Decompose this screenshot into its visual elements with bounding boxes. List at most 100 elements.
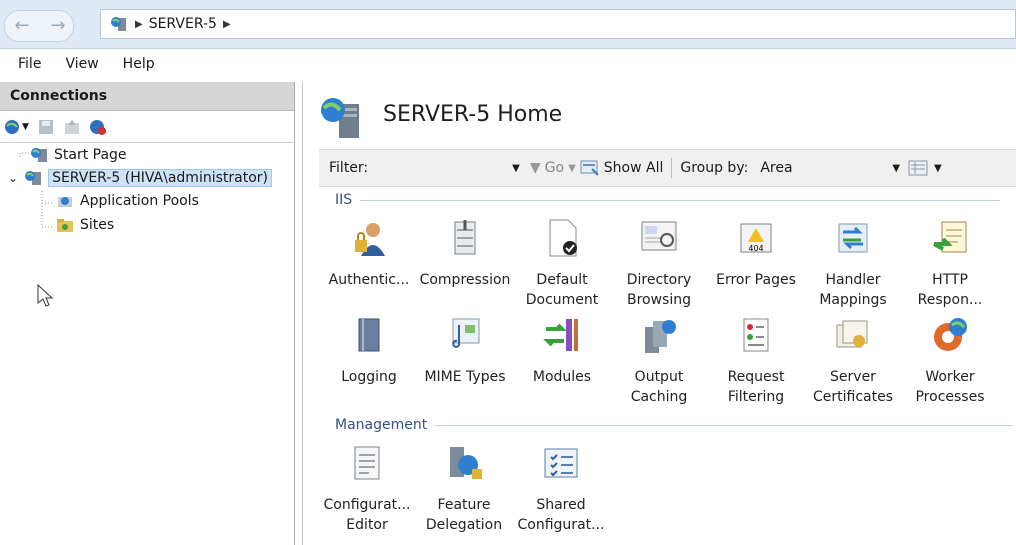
toolbar-separator <box>671 158 673 178</box>
feature-label-line1: Compression <box>419 272 511 288</box>
compression-icon <box>454 220 476 255</box>
up-level-icon[interactable] <box>63 118 81 136</box>
show-all-button[interactable]: Show All <box>604 160 664 176</box>
svg-text:404: 404 <box>748 244 763 253</box>
features-view: SERVER-5 Home Filter: ▼ ▼ Go ▼ Show All … <box>302 82 1016 545</box>
server-icon <box>25 171 42 185</box>
dropdown-arrow-icon[interactable]: ▼ <box>22 122 29 132</box>
breadcrumb-server[interactable]: SERVER-5 <box>149 16 217 32</box>
feature-label-line2: Processes <box>915 389 985 405</box>
shared-configuration-icon <box>544 448 578 478</box>
server-label: SERVER-5 (HIVA\administrator) <box>48 169 272 187</box>
feature-label-line1: Directory <box>626 272 692 288</box>
menu-file[interactable]: File <box>18 56 41 72</box>
feature-label-line2: Document <box>525 292 599 308</box>
address-box[interactable]: ▶ SERVER-5 ▶ <box>100 9 1016 39</box>
back-button[interactable]: ← <box>8 13 36 37</box>
menu-help[interactable]: Help <box>123 56 155 72</box>
feature-label-line1: Modules <box>532 369 592 385</box>
application-pools-label: Application Pools <box>80 193 199 209</box>
start-page-icon <box>31 148 47 162</box>
feature-label-line1: Request <box>727 369 785 385</box>
go-button[interactable]: Go <box>545 160 564 176</box>
feature-label-line1: HTTP <box>932 272 968 288</box>
group-by-select[interactable]: Area <box>760 160 888 176</box>
go-dropdown-icon[interactable]: ▼ <box>568 163 576 174</box>
feature-label-line1: Feature <box>437 497 491 513</box>
breadcrumb-arrow-icon[interactable]: ▶ <box>223 19 231 30</box>
http-response-icon <box>933 221 967 253</box>
menu-bar: File View Help <box>0 49 1016 79</box>
group-divider <box>435 424 1014 426</box>
view-mode-dropdown-icon[interactable]: ▼ <box>934 163 942 174</box>
connections-pane: Connections ▼ Start Page ⌄ SERVER-5 (HIV… <box>0 82 295 545</box>
mime-types-icon <box>452 318 480 348</box>
expand-chevron-icon[interactable]: ⌄ <box>8 171 18 185</box>
logging-icon <box>358 318 380 352</box>
feature-modules[interactable]: Modules <box>514 315 610 387</box>
feature-server-certificates[interactable]: Server Certificates <box>805 315 901 407</box>
feature-default-document[interactable]: Default Document <box>514 218 610 310</box>
feature-handler-mappings[interactable]: Handler Mappings <box>805 218 901 310</box>
feature-label-line1: MIME Types <box>424 369 506 385</box>
feature-error-pages[interactable]: 404 Error Pages <box>708 218 804 290</box>
connect-globe-icon[interactable] <box>4 118 22 136</box>
back-arrow-icon: ← <box>14 14 30 36</box>
feature-label-line1: Error Pages <box>716 272 796 288</box>
group-management-label: Management <box>335 417 428 433</box>
feature-label-line1: Default <box>536 272 588 288</box>
group-by-label: Group by: <box>680 160 749 176</box>
feature-label-line2: Editor <box>346 517 388 533</box>
feature-label-line1: Worker <box>925 369 975 385</box>
error-pages-icon: 404 <box>740 223 772 253</box>
breadcrumb-arrow-icon: ▶ <box>135 18 143 30</box>
feature-worker-processes[interactable]: Worker Processes <box>902 315 998 407</box>
feature-label-line1: Logging <box>341 369 397 385</box>
feature-http-response-headers[interactable]: HTTP Respon... <box>902 218 998 310</box>
tree-item-server[interactable]: ⌄ SERVER-5 (HIVA\administrator) <box>8 169 272 187</box>
feature-configuration-editor[interactable]: Configurat... Editor <box>319 443 415 535</box>
feature-authentication[interactable]: Authentic... <box>321 218 417 290</box>
group-header-management: Management <box>335 417 1014 433</box>
group-header-iis: IIS <box>335 192 1001 208</box>
tree-item-start-page[interactable]: Start Page <box>30 147 127 163</box>
worker-processes-icon <box>934 318 967 351</box>
feature-label-line2: Caching <box>630 389 688 405</box>
page-title: SERVER-5 Home <box>383 102 563 127</box>
mouse-cursor-icon <box>37 283 54 307</box>
disconnect-icon[interactable] <box>89 118 107 136</box>
feature-directory-browsing[interactable]: Directory Browsing <box>611 218 707 310</box>
feature-logging[interactable]: Logging <box>321 315 417 387</box>
authentication-icon <box>355 223 385 256</box>
feature-mime-types[interactable]: MIME Types <box>417 315 513 387</box>
forward-button[interactable]: → <box>44 13 72 37</box>
feature-shared-configuration[interactable]: Shared Configurat... <box>513 443 609 535</box>
feature-request-filtering[interactable]: Request Filtering <box>708 315 804 407</box>
feature-compression[interactable]: Compression <box>417 218 513 290</box>
filter-dropdown-icon[interactable]: ▼ <box>512 163 520 174</box>
feature-feature-delegation[interactable]: Feature Delegation <box>416 443 512 535</box>
feature-label-line1: Authentic... <box>328 272 410 288</box>
filter-bar: Filter: ▼ ▼ Go ▼ Show All Group by: Area… <box>319 149 1016 187</box>
group-by-dropdown-icon[interactable]: ▼ <box>892 163 900 174</box>
feature-label-line1: Handler <box>825 272 881 288</box>
feature-label-line2: Mappings <box>819 292 887 308</box>
feature-label-line2: Respon... <box>917 292 983 308</box>
sites-folder-icon <box>57 219 73 232</box>
save-icon[interactable] <box>37 118 55 136</box>
group-iis-label: IIS <box>335 192 353 208</box>
view-mode-icon[interactable] <box>908 159 930 177</box>
feature-label-line2: Filtering <box>727 389 785 405</box>
configuration-editor-icon <box>354 446 380 480</box>
tree-item-sites[interactable]: Sites <box>56 217 114 233</box>
feature-label-line1: Server <box>830 369 876 385</box>
feature-output-caching[interactable]: Output Caching <box>611 315 707 407</box>
tree-item-application-pools[interactable]: Application Pools <box>56 193 199 209</box>
menu-view[interactable]: View <box>65 56 98 72</box>
feature-label-line1: Configurat... <box>323 497 411 513</box>
address-bar: ← → ▶ SERVER-5 ▶ <box>0 0 1016 49</box>
directory-browsing-icon <box>641 221 677 251</box>
server-globe-icon <box>111 17 126 31</box>
feature-label-line1: Output <box>634 369 684 385</box>
show-all-icon <box>580 160 599 176</box>
